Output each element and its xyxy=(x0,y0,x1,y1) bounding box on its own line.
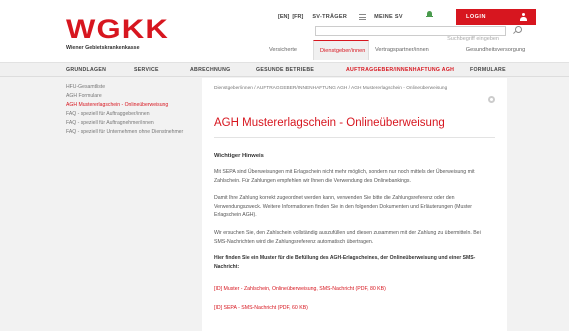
sidebar-item-agh-mustererlagschein[interactable]: AGH Mustererlagschein - Onlineüberweisun… xyxy=(66,101,194,110)
sidebar-item-agh-formulare[interactable]: AGH Formulare xyxy=(66,92,194,101)
logo-wordmark[interactable]: WGKK xyxy=(66,16,176,43)
sidebar-item-faq-ohne-dienstnehmer[interactable]: FAQ - speziell für Unternehmen ohne Dien… xyxy=(66,128,194,137)
muster-zahlschein-pdf-link[interactable]: [ID] Muster - Zahlschein, Onlineüberweis… xyxy=(214,285,495,294)
user-icon xyxy=(520,13,527,21)
logo-subtitle: Wiener Gebietskrankenkasse xyxy=(66,45,140,51)
language-en[interactable]: [EN] xyxy=(278,14,289,20)
sepa-sms-pdf-link[interactable]: [ID] SEPA - SMS-Nachricht (PDF, 60 KB) xyxy=(214,304,495,313)
user-account-button[interactable] xyxy=(511,9,536,25)
sidebar-item-faq-auftraggeber[interactable]: FAQ - speziell für Auftraggeber/innen xyxy=(66,110,194,119)
tab-versicherte[interactable]: Versicherte xyxy=(263,40,313,60)
breadcrumb[interactable]: Dienstgeber/innen / AUFTRAGGEBER/INNENHA… xyxy=(214,86,495,91)
section-heading: Wichtiger Hinweis xyxy=(214,153,264,159)
main-navigation: GRUNDLAGEN SERVICE ABRECHNUNG GESUNDE BE… xyxy=(0,62,569,77)
nav-auftraggeberhaftung[interactable]: AUFTRAGGEBER/INNENHAFTUNG AGH xyxy=(346,63,454,77)
instruction-paragraph: Hier finden Sie ein Muster für die Befül… xyxy=(214,255,476,270)
sidebar-item-hfu-gesamtliste[interactable]: HFU-Gesamtliste xyxy=(66,83,194,92)
main-content: Dienstgeber/innen / AUFTRAGGEBER/INNENHA… xyxy=(202,78,507,331)
search-icon[interactable] xyxy=(513,26,522,35)
nav-abrechnung[interactable]: ABRECHNUNG xyxy=(190,63,230,77)
sidebar-item-faq-auftragnehmer[interactable]: FAQ - speziell für Auftragnehmer/innen xyxy=(66,119,194,128)
site-header: WGKK Wiener Gebietskrankenkasse [EN] [FR… xyxy=(0,0,569,62)
wgkk-logo[interactable]: WGKK Wiener Gebietskrankenkasse xyxy=(66,16,168,52)
title-divider xyxy=(214,137,495,138)
nav-formulare[interactable]: FORMULARE xyxy=(470,63,506,77)
document-links: [ID] Muster - Zahlschein, Onlineüberweis… xyxy=(214,285,495,313)
grid-menu-icon[interactable] xyxy=(359,14,367,20)
nav-grundlagen[interactable]: GRUNDLAGEN xyxy=(66,63,106,77)
audience-tabs: Versicherte Dienstgeber/innen Vertragspa… xyxy=(263,40,547,60)
search-box xyxy=(315,26,506,43)
notification-bell-icon[interactable] xyxy=(426,10,433,18)
tab-gesundheitsversorgung[interactable]: Gesundheitsversorgung xyxy=(444,40,547,60)
tab-dienstgeber[interactable]: Dienstgeber/innen xyxy=(313,40,369,60)
nav-service[interactable]: SERVICE xyxy=(134,63,159,77)
body-paragraph: Damit Ihre Zahlung korrekt zugeordnet we… xyxy=(214,195,472,219)
login-button[interactable]: LOGIN xyxy=(456,9,511,25)
utility-bar: [EN] [FR] SV-TRÄGER MEINE SV xyxy=(278,9,433,25)
sv-traeger-link[interactable]: SV-TRÄGER xyxy=(312,14,347,20)
tab-vertragspartner[interactable]: Vertragspartner/innen xyxy=(369,40,444,60)
language-switch: [EN] [FR] xyxy=(278,14,303,20)
body-paragraph: Mit SEPA sind Überweisungen mit Erlagsch… xyxy=(214,169,475,184)
sidebar-nav: HFU-Gesamtliste AGH Formulare AGH Muster… xyxy=(66,83,194,137)
meine-sv-link[interactable]: MEINE SV xyxy=(374,14,403,20)
page-title: AGH Mustererlagschein - Onlineüberweisun… xyxy=(214,117,445,129)
language-fr[interactable]: [FR] xyxy=(292,14,303,20)
body-paragraph: Wir ersuchen Sie, den Zahlschein vollstä… xyxy=(214,229,481,245)
nav-gesunde-betriebe[interactable]: GESUNDE BETRIEBE xyxy=(256,63,314,77)
share-icon[interactable] xyxy=(488,96,495,103)
